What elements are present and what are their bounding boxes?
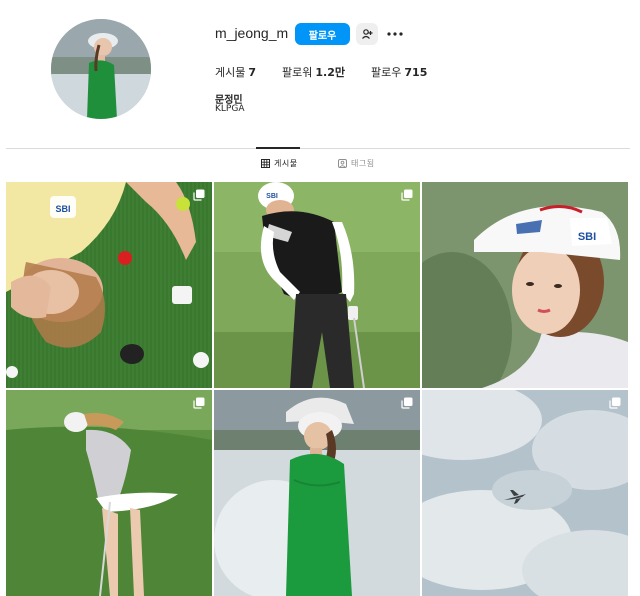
tab-label: 태그됨	[351, 159, 375, 168]
stat-value: 1.2만	[315, 66, 346, 79]
avatar-photo	[51, 19, 151, 119]
profile-avatar[interactable]	[51, 19, 151, 119]
follow-button[interactable]: 팔로우	[295, 23, 350, 45]
more-dots-icon	[387, 32, 403, 36]
post-thumbnail[interactable]: SBI	[214, 182, 420, 388]
post-thumbnail[interactable]	[6, 390, 212, 596]
stat-value: 7	[248, 66, 257, 79]
stat-label: 팔로우	[371, 66, 402, 79]
post-photo-golfer-follow-through	[6, 390, 212, 596]
svg-text:SBI: SBI	[55, 204, 70, 214]
suggested-users-button[interactable]	[356, 23, 378, 45]
post-photo-golfer-green-top	[214, 390, 420, 596]
post-grid: SBI SBI SBI	[6, 182, 628, 596]
post-thumbnail[interactable]: SBI	[6, 182, 212, 388]
grid-icon	[261, 159, 270, 168]
stat-posts: 게시물 7	[215, 64, 256, 80]
more-options-button[interactable]	[385, 25, 405, 43]
stat-label: 팔로워	[282, 66, 313, 79]
tab-tagged[interactable]: 태그됨	[338, 158, 375, 169]
multiple-photos-icon	[609, 397, 621, 409]
tab-label: 게시물	[274, 159, 298, 168]
post-photo-golfer-portrait: SBI	[422, 182, 628, 388]
post-thumbnail[interactable]: SBI	[422, 182, 628, 388]
multiple-photos-icon	[401, 189, 413, 201]
stat-value: 715	[404, 66, 428, 79]
profile-username: m_jeong_m	[215, 25, 289, 41]
post-photo-airplane-sky	[422, 390, 628, 596]
active-tab-indicator	[256, 147, 300, 149]
stat-following[interactable]: 팔로우 715	[371, 64, 427, 80]
add-person-icon	[362, 29, 373, 39]
post-photo-golfer-on-grass: SBI	[6, 182, 212, 388]
post-thumbnail[interactable]	[422, 390, 628, 596]
multiple-photos-icon	[193, 189, 205, 201]
post-photo-golfer-swing: SBI	[214, 182, 420, 388]
svg-text:SBI: SBI	[578, 231, 596, 243]
svg-text:SBI: SBI	[266, 193, 278, 200]
tabs-divider	[6, 148, 630, 149]
profile-stats: 게시물 7 팔로워 1.2만 팔로우 715	[215, 64, 427, 80]
profile-bio: KLPGA	[215, 104, 245, 114]
stat-label: 게시물	[215, 66, 246, 79]
post-thumbnail[interactable]	[214, 390, 420, 596]
tagged-icon	[338, 159, 347, 168]
tab-posts[interactable]: 게시물	[261, 158, 298, 169]
stat-followers[interactable]: 팔로워 1.2만	[282, 64, 345, 80]
multiple-photos-icon	[193, 397, 205, 409]
multiple-photos-icon	[401, 397, 413, 409]
